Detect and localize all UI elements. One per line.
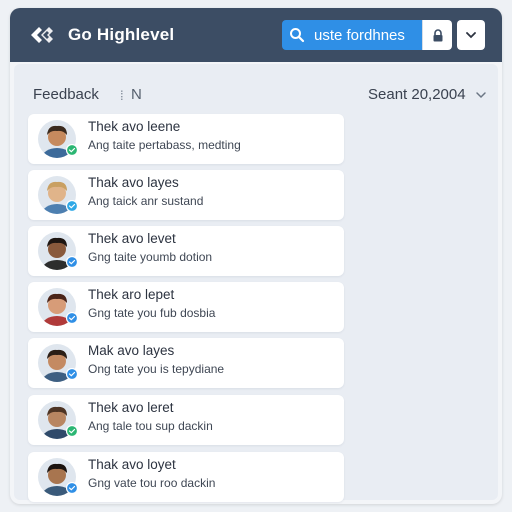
status-badge-icon [66, 425, 78, 437]
feedback-list-item[interactable]: Thak avo layes Ang taick anr sustand [28, 170, 344, 220]
feedback-list-item[interactable]: Thek avo levet Gng taite youmb dotion [28, 226, 344, 276]
header-separator: ⁞ [120, 88, 124, 103]
app-window: Go Highlevel Feedback ⁞ [10, 8, 502, 504]
status-badge-icon [66, 200, 78, 212]
feedback-list-item[interactable]: Thak avo loyet Gng vate tou roo dackin [28, 452, 344, 502]
search-icon[interactable] [282, 20, 312, 50]
feedback-list-item[interactable]: Thek avo leene Ang taite pertabass, medt… [28, 114, 344, 164]
status-badge-icon [66, 482, 78, 494]
feedback-list-item[interactable]: Mak avo layes Ong tate you is tepydiane [28, 338, 344, 388]
item-subtitle: Gng vate tou roo dackin [88, 476, 216, 490]
item-title: Thek avo levet [88, 231, 176, 246]
chevron-down-icon [475, 91, 486, 98]
item-subtitle: Gng taite youmb dotion [88, 250, 213, 264]
item-title: Thak avo loyet [88, 457, 176, 472]
status-badge-icon [66, 144, 78, 156]
brand-name[interactable]: Go Highlevel [68, 25, 174, 45]
item-title: Thek avo leret [88, 400, 174, 415]
date-dropdown[interactable]: Seant 20,2004 [368, 86, 487, 103]
feedback-panel: Feedback ⁞ N Seant 20,2004 Thek avo leen… [14, 64, 498, 502]
chevron-down-icon [466, 31, 476, 38]
search-input[interactable] [312, 26, 416, 44]
lock-icon [433, 28, 442, 41]
status-badge-icon [66, 312, 78, 324]
item-title: Thek avo leene [88, 119, 181, 134]
item-subtitle: Ang taite pertabass, medting [88, 138, 241, 152]
item-subtitle: Ong tate you is tepydiane [88, 362, 225, 376]
item-title: Thak avo layes [88, 175, 179, 190]
item-subtitle: Ang taick anr sustand [88, 194, 204, 208]
date-value: Seant 20,2004 [368, 86, 466, 103]
top-navigation-bar: Go Highlevel [10, 8, 502, 62]
item-subtitle: Ang tale tou sup dackin [88, 419, 213, 433]
feedback-tab[interactable]: Feedback [33, 86, 99, 103]
feedback-list-item[interactable]: Thek avo leret Ang tale tou sup dackin [28, 395, 344, 445]
item-subtitle: Gng tate you fub dosbia [88, 306, 216, 320]
status-badge-icon [66, 256, 78, 268]
filter-letter[interactable]: N [131, 86, 142, 103]
panel-header: Feedback ⁞ N Seant 20,2004 [14, 64, 498, 110]
feedback-list-item[interactable]: Thek aro lepet Gng tate you fub dosbia [28, 282, 344, 332]
item-title: Thek aro lepet [88, 287, 175, 302]
item-title: Mak avo layes [88, 343, 175, 358]
status-badge-icon [66, 368, 78, 380]
account-menu-button[interactable] [457, 20, 485, 50]
lock-button[interactable] [422, 20, 452, 50]
search-bar[interactable] [282, 20, 422, 50]
go-highlevel-logo-icon[interactable] [28, 23, 56, 47]
